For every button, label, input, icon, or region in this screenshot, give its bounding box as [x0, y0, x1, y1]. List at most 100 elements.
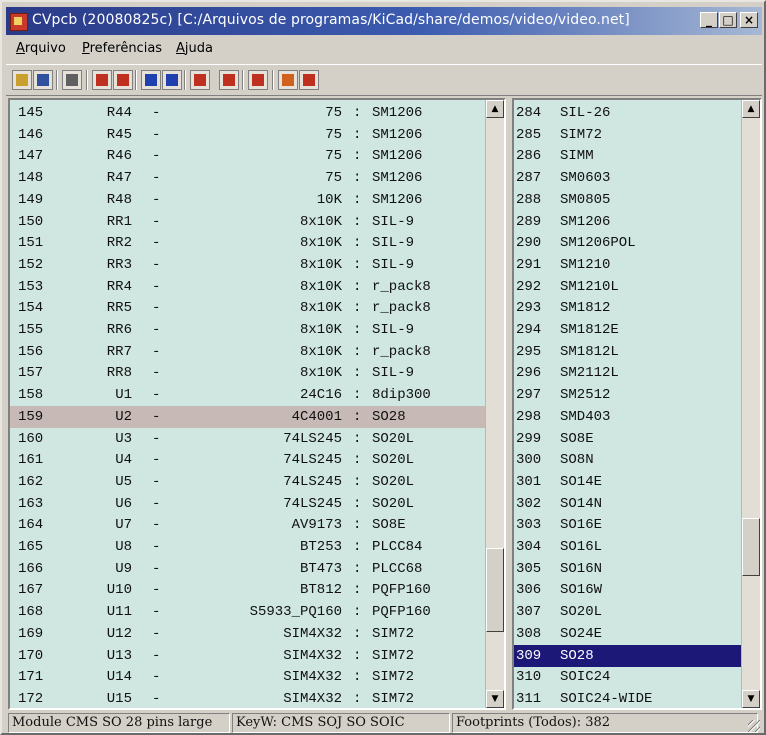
footprint-row[interactable]: 303 SO16E [514, 514, 741, 536]
component-row[interactable]: 163 U6 - 74LS245: SO20L [10, 493, 487, 515]
component-value: 8x10K [299, 235, 342, 252]
footprint-row[interactable]: 305 SO16N [514, 558, 741, 580]
footprints-list[interactable]: 284 SIL-26 285 SIM72 286 SIMM 287 SM0603 288 SM08… [512, 98, 762, 710]
component-row[interactable]: 162 U5 - 74LS245: SO20L [10, 471, 487, 493]
footprint-row[interactable]: 307 SO20L [514, 601, 741, 623]
footprint-row[interactable]: 308 SO24E [514, 623, 741, 645]
component-value: 75 [325, 148, 342, 165]
component-row[interactable]: 153 RR4 - 8x10K: r_pack8 [10, 276, 487, 298]
component-reference: R46 [106, 148, 132, 165]
footprint-row[interactable]: 304 SO16L [514, 536, 741, 558]
footprint-row[interactable]: 291 SM1210 [514, 254, 741, 276]
footprint-row[interactable]: 310 SOIC24 [514, 666, 741, 688]
component-row[interactable]: 150 RR1 - 8x10K: SIL-9 [10, 211, 487, 233]
footprint-row[interactable]: 292 SM1210L [514, 276, 741, 298]
component-row[interactable]: 152 RR3 - 8x10K: SIL-9 [10, 254, 487, 276]
component-row[interactable]: 155 RR6 - 8x10K: SIL-9 [10, 319, 487, 341]
component-row[interactable]: 159 U2 - 4C4001: SO28 [10, 405, 487, 428]
footprint-row[interactable]: 311 SOIC24-WIDE [514, 688, 741, 708]
module-list-button[interactable] [92, 70, 112, 90]
footprint-row[interactable]: 294 SM1812E [514, 319, 741, 341]
component-footprint: SIM72 [372, 625, 415, 642]
footprint-row[interactable]: 302 SO14N [514, 493, 741, 515]
component-row[interactable]: 164 U7 - AV9173: SO8E [10, 514, 487, 536]
footprint-row[interactable]: 297 SM2512 [514, 384, 741, 406]
scroll-down-button[interactable]: ▼ [486, 690, 504, 708]
scroll-thumb[interactable] [486, 548, 504, 632]
component-row[interactable]: 145 R44 - 75: SM1206 [10, 102, 487, 124]
auto-associate-button[interactable] [190, 70, 210, 90]
maximize-button[interactable]: □ [719, 12, 737, 28]
component-row[interactable]: 171 U14 - SIM4X32: SIM72 [10, 666, 487, 688]
component-row[interactable]: 172 U15 - SIM4X32: SIM72 [10, 688, 487, 708]
footprint-row[interactable]: 293 SM1812 [514, 297, 741, 319]
separator-colon: : [353, 191, 362, 208]
components-list[interactable]: 145 R44 - 75: SM1206 146 R45 - 75: SM1206 147 R46 - 7… [8, 98, 506, 710]
footprint-row[interactable]: 287 SM0603 [514, 167, 741, 189]
component-row[interactable]: 146 R45 - 75: SM1206 [10, 124, 487, 146]
open-button[interactable] [12, 70, 32, 90]
component-row[interactable]: 157 RR8 - 8x10K: SIL-9 [10, 362, 487, 384]
component-row[interactable]: 149 R48 - 10K: SM1206 [10, 189, 487, 211]
components-scrollbar[interactable]: ▲ ▼ [485, 100, 504, 708]
menu-preferencias[interactable]: Preferências [82, 41, 162, 56]
footprint-row[interactable]: 306 SO16W [514, 579, 741, 601]
scroll-thumb[interactable] [742, 518, 760, 576]
open-icon [16, 74, 28, 86]
resize-grip-icon[interactable] [748, 720, 760, 732]
show-all-footprints-button[interactable] [299, 70, 319, 90]
menu-arquivo[interactable]: Arquivo [16, 41, 66, 56]
footprint-row[interactable]: 288 SM0805 [514, 189, 741, 211]
footprint-row[interactable]: 296 SM2112L [514, 362, 741, 384]
create-export-button[interactable] [248, 70, 268, 90]
footprint-row[interactable]: 301 SO14E [514, 471, 741, 493]
component-row[interactable]: 167 U10 - BT812: PQFP160 [10, 579, 487, 601]
scroll-up-button[interactable]: ▲ [486, 100, 504, 118]
component-value: 74LS245 [283, 452, 342, 469]
footprint-row[interactable]: 286 SIMM [514, 145, 741, 167]
footprint-row[interactable]: 289 SM1206 [514, 211, 741, 233]
component-row[interactable]: 168 U11 - S5933_PQ160: PQFP160 [10, 601, 487, 623]
view-module-button[interactable] [113, 70, 133, 90]
row-number: 158 [18, 387, 44, 404]
footprint-name: SO14E [560, 473, 603, 490]
footprint-row[interactable]: 284 SIL-26 [514, 102, 741, 124]
footprint-row[interactable]: 300 SO8N [514, 449, 741, 471]
title-bar[interactable]: CVpcb (20080825c) [C:/Arquivos de progra… [6, 7, 762, 35]
component-reference: U8 [115, 539, 132, 555]
separator-dash: - [152, 387, 161, 404]
footprints-scrollbar[interactable]: ▲ ▼ [741, 100, 760, 708]
component-row[interactable]: 148 R47 - 75: SM1206 [10, 167, 487, 189]
save-button[interactable] [33, 70, 53, 90]
footprint-row[interactable]: 309 SO28 [514, 644, 741, 667]
component-row[interactable]: 161 U4 - 74LS245: SO20L [10, 449, 487, 471]
minimize-button[interactable]: _ [700, 12, 718, 28]
footprint-row[interactable]: 298 SMD403 [514, 406, 741, 428]
config-button[interactable] [62, 70, 82, 90]
component-row[interactable]: 151 RR2 - 8x10K: SIL-9 [10, 232, 487, 254]
component-row[interactable]: 166 U9 - BT473: PLCC68 [10, 558, 487, 580]
footprint-row[interactable]: 290 SM1206POL [514, 232, 741, 254]
component-row[interactable]: 154 RR5 - 8x10K: r_pack8 [10, 297, 487, 319]
footprint-row[interactable]: 285 SIM72 [514, 124, 741, 146]
footprint-row[interactable]: 299 SO8E [514, 428, 741, 450]
component-row[interactable]: 156 RR7 - 8x10K: r_pack8 [10, 341, 487, 363]
filter-footprints-button[interactable] [278, 70, 298, 90]
next-arrow-button[interactable] [162, 70, 182, 90]
row-number: 148 [18, 170, 44, 187]
component-row[interactable]: 165 U8 - BT253: PLCC84 [10, 536, 487, 558]
menu-ajuda[interactable]: Ajuda [176, 41, 213, 56]
cvpcb-window: CVpcb (20080825c) [C:/Arquivos de progra… [0, 0, 766, 735]
component-row[interactable]: 147 R46 - 75: SM1206 [10, 145, 487, 167]
component-row[interactable]: 169 U12 - SIM4X32: SIM72 [10, 623, 487, 645]
scroll-up-button[interactable]: ▲ [742, 100, 760, 118]
close-button[interactable]: × [740, 12, 758, 28]
footprint-row[interactable]: 295 SM1812L [514, 341, 741, 363]
previous-arrow-button[interactable] [141, 70, 161, 90]
component-reference: R47 [106, 170, 132, 187]
component-row[interactable]: 170 U13 - SIM4X32: SIM72 [10, 645, 487, 667]
component-row[interactable]: 158 U1 - 24C16:8dip300 [10, 384, 487, 406]
component-row[interactable]: 160 U3 - 74LS245: SO20L [10, 428, 487, 450]
delete-associations-button[interactable] [219, 70, 239, 90]
scroll-down-button[interactable]: ▼ [742, 690, 760, 708]
